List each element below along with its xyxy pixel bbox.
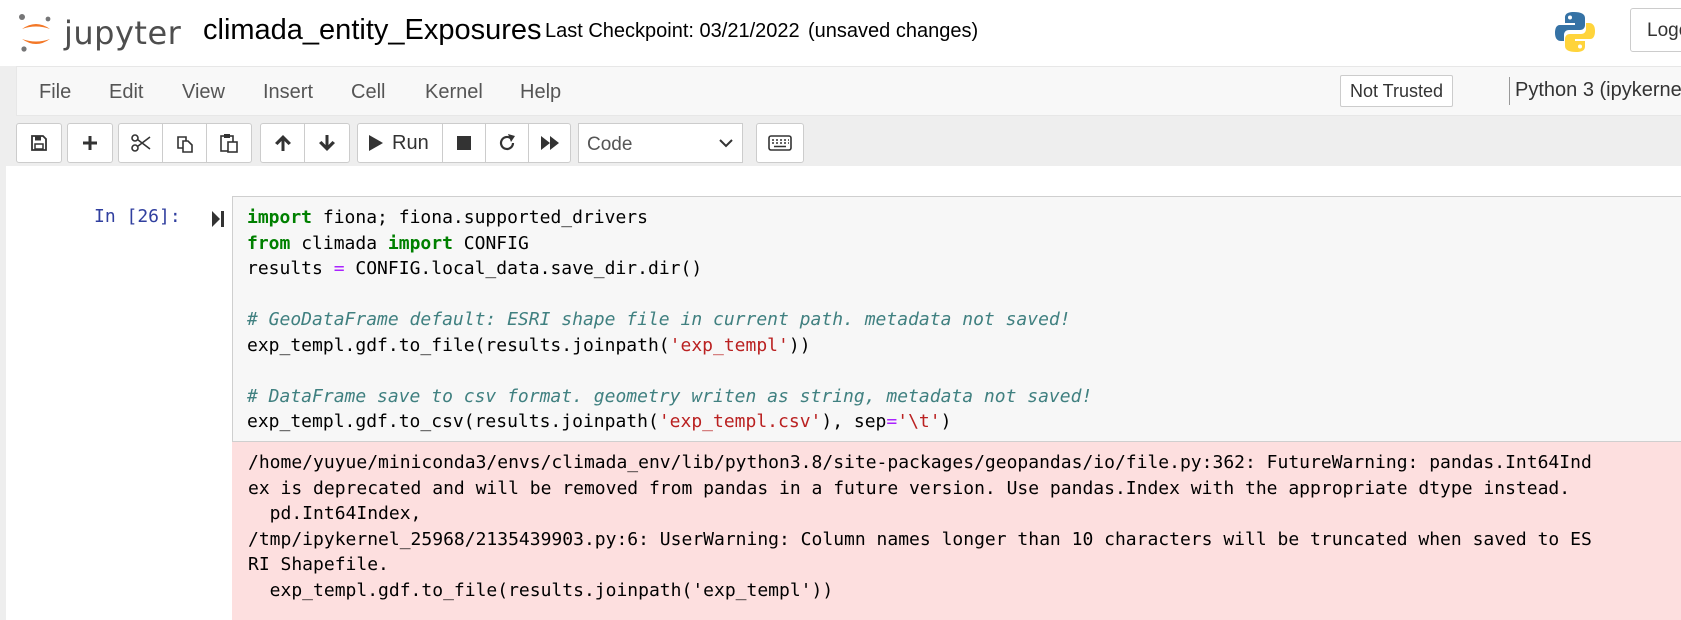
stderr-line: ex is deprecated and will be removed fro…	[248, 477, 1571, 499]
command-palette-button[interactable]	[756, 123, 804, 163]
restart-icon	[499, 134, 515, 151]
move-up-button[interactable]	[260, 123, 305, 163]
toolbar: Run Code	[0, 116, 1681, 166]
jupyter-logo-icon	[19, 14, 51, 52]
jupyter-logo[interactable]: jupyter	[18, 10, 181, 56]
chevron-down-icon	[719, 139, 733, 148]
code-line-5: # GeoDataFrame default: ESRI shape file …	[247, 309, 1071, 330]
keyboard-icon	[768, 135, 792, 151]
menu-insert[interactable]: Insert	[263, 81, 313, 104]
menu-cell[interactable]: Cell	[351, 81, 385, 104]
stderr-line: pd.Int64Index,	[248, 503, 422, 524]
interrupt-button[interactable]	[442, 123, 486, 163]
run-cell-icon[interactable]	[211, 210, 225, 228]
code-editor[interactable]: import fiona; fiona.supported_driversfro…	[247, 205, 1092, 435]
autosave-status: (unsaved changes)	[808, 20, 979, 42]
code-line-8: # DataFrame save to csv format. geometry…	[247, 385, 1093, 407]
code-line-2: from climada import CONFIG	[247, 232, 529, 254]
menu-file[interactable]: File	[39, 81, 71, 104]
scissors-icon	[130, 134, 150, 152]
cut-button[interactable]	[118, 123, 163, 163]
arrow-up-icon	[274, 135, 291, 151]
run-all-button[interactable]	[528, 123, 571, 163]
stderr-line: exp_templ.gdf.to_file(results.joinpath('…	[248, 579, 834, 601]
python-logo-icon	[1555, 12, 1595, 52]
stderr-line: /home/yuyue/miniconda3/envs/climada_env/…	[248, 452, 1592, 473]
code-line-9: exp_templ.gdf.to_csv(results.joinpath('e…	[247, 411, 952, 432]
plus-icon	[83, 136, 97, 150]
copy-button[interactable]	[162, 123, 207, 163]
cell-type-select[interactable]: Code	[578, 123, 743, 163]
move-down-button[interactable]	[304, 123, 350, 163]
menu-kernel[interactable]: Kernel	[425, 81, 483, 104]
save-button[interactable]	[16, 123, 62, 163]
restart-button[interactable]	[485, 123, 529, 163]
insert-cell-button[interactable]	[67, 123, 113, 163]
menu-help[interactable]: Help	[520, 81, 561, 104]
fast-forward-icon	[540, 136, 559, 150]
stderr-line: RI Shapefile.	[248, 554, 389, 575]
code-line-6: exp_templ.gdf.to_file(results.joinpath('…	[247, 334, 811, 356]
notebook-area: In [26]: import fiona; fiona.supported_d…	[0, 166, 1681, 620]
run-button[interactable]: Run	[357, 123, 443, 163]
stderr-text: /home/yuyue/miniconda3/envs/climada_env/…	[248, 450, 1592, 603]
arrow-down-icon	[319, 135, 335, 151]
run-icon	[369, 135, 383, 151]
save-icon	[31, 135, 47, 151]
code-line-3: results = CONFIG.local_data.save_dir.dir…	[247, 258, 703, 279]
kernel-indicator[interactable]: Python 3 (ipykernel)	[1515, 79, 1681, 102]
code-line-1: import fiona; fiona.supported_drivers	[247, 207, 648, 228]
menubar: File Edit View Insert Cell Kernel Help N…	[16, 66, 1681, 116]
stderr-output: /home/yuyue/miniconda3/envs/climada_env/…	[232, 442, 1681, 620]
cell-prompt: In [26]:	[94, 206, 181, 227]
run-label: Run	[392, 131, 429, 154]
logout-button[interactable]: Logout	[1630, 8, 1681, 52]
menu-view[interactable]: View	[182, 81, 225, 104]
notebook-container: In [26]: import fiona; fiona.supported_d…	[6, 166, 1681, 620]
header: jupyter climada_entity_Exposures Last Ch…	[0, 0, 1681, 66]
notebook-title[interactable]: climada_entity_Exposures	[203, 14, 542, 47]
logo-text: jupyter	[64, 14, 182, 52]
cell-type-value: Code	[587, 134, 633, 155]
last-checkpoint: Last Checkpoint: 03/21/2022	[545, 20, 800, 42]
stderr-line: /tmp/ipykernel_25968/2135439903.py:6: Us…	[248, 528, 1592, 550]
kernel-separator	[1509, 77, 1510, 105]
code-cell-input[interactable]: import fiona; fiona.supported_driversfro…	[232, 196, 1681, 442]
stop-icon	[457, 136, 471, 150]
trust-indicator[interactable]: Not Trusted	[1340, 75, 1454, 107]
copy-icon	[176, 136, 193, 153]
paste-icon	[220, 134, 238, 153]
menu-edit[interactable]: Edit	[109, 81, 143, 104]
paste-button[interactable]	[206, 123, 252, 163]
